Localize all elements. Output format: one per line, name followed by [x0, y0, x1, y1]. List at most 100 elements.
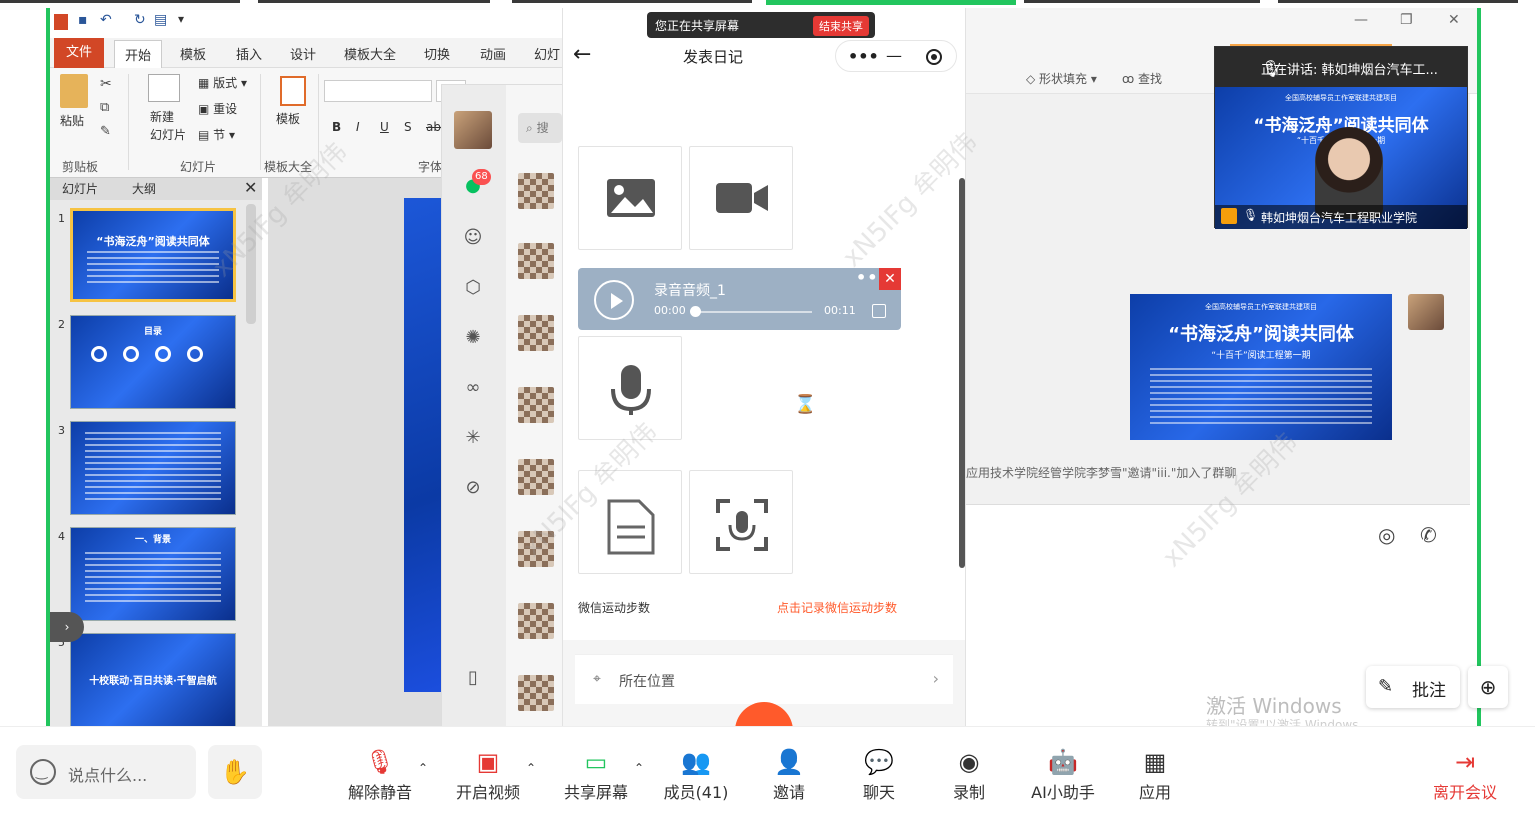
redo-icon[interactable]: ↻	[134, 12, 146, 28]
copy-icon[interactable]: ⧉	[100, 100, 109, 115]
search-input[interactable]: ⌕ 搜	[518, 113, 562, 143]
underline-button[interactable]: U	[380, 120, 389, 134]
audio-recording-card[interactable]: 录音音频_1 00:00 00:11 ••• ✕	[578, 268, 901, 330]
paste-icon[interactable]	[60, 74, 88, 108]
miniprogram-icon[interactable]: ⊘	[462, 477, 484, 499]
minimize-icon[interactable]: —	[1354, 12, 1368, 28]
chat-image-message[interactable]: 全国高校辅导员工作室联建共建项目 “书海泛舟”阅读共同体 “十百千”阅读工程第一…	[1130, 294, 1392, 440]
tab-home[interactable]: 开始	[114, 40, 163, 68]
template-icon[interactable]	[280, 76, 306, 106]
slides-scrollbar[interactable]	[246, 204, 256, 324]
list-item[interactable]	[518, 243, 554, 279]
save-icon[interactable]: ▪	[78, 12, 88, 28]
section-button[interactable]: ▤ 节 ▾	[198, 126, 235, 143]
add-document-tile[interactable]	[578, 470, 682, 574]
tab-slideshow[interactable]: 幻灯	[534, 44, 560, 63]
share-screen-button[interactable]: ▭ 共享屏幕	[551, 745, 641, 805]
print-icon[interactable]: ▤	[154, 12, 167, 28]
chevron-up-icon[interactable]: ⌃	[526, 761, 536, 775]
tab-template[interactable]: 模板	[180, 44, 206, 63]
tab-slides[interactable]: 幻灯片	[62, 180, 98, 197]
ai-assistant-button[interactable]: 🤖 AI小助手	[1018, 745, 1108, 805]
search-sparkle-icon[interactable]: ✳	[462, 427, 484, 449]
audio-progress-knob[interactable]	[690, 306, 701, 317]
italic-button[interactable]: I	[356, 120, 360, 134]
scan-tile[interactable]	[689, 470, 793, 574]
template-label[interactable]: 模板	[276, 110, 300, 127]
audio-edit-icon[interactable]	[872, 304, 886, 318]
cut-icon[interactable]: ✂	[100, 76, 112, 92]
members-button[interactable]: 👥 成员(41)	[651, 745, 741, 805]
expand-panel-chevron-icon[interactable]: ›	[50, 612, 84, 642]
say-something-input[interactable]: 说点什么...	[16, 745, 196, 799]
audio-delete-icon[interactable]: ✕	[879, 268, 901, 290]
phone-scrollbar[interactable]	[959, 178, 965, 568]
slide-thumbnail-3[interactable]	[70, 421, 236, 515]
maximize-icon[interactable]: ❐	[1400, 12, 1413, 28]
customize-dropdown-icon[interactable]: ▾	[178, 12, 184, 26]
apps-button[interactable]: ▦ 应用	[1110, 745, 1200, 805]
format-painter-icon[interactable]: ✎	[100, 124, 111, 139]
new-slide-label[interactable]: 新建 幻灯片	[150, 108, 200, 144]
zoom-in-icon[interactable]: ⊕	[1468, 666, 1508, 708]
close-icon[interactable]: ✕	[244, 178, 257, 197]
list-item[interactable]	[518, 173, 554, 209]
close-icon[interactable]: ✕	[1448, 12, 1460, 28]
leave-meeting-button[interactable]: ⇥ 离开会议	[1420, 745, 1510, 805]
record-button[interactable]: ◉ 录制	[924, 745, 1014, 805]
start-video-button[interactable]: ▣ 开启视频	[443, 745, 533, 805]
record-steps-link[interactable]: 点击记录微信运动步数	[777, 599, 897, 616]
font-name-select[interactable]	[324, 80, 432, 102]
phone-icon[interactable]: ▯	[462, 667, 484, 689]
add-image-tile[interactable]	[578, 146, 682, 250]
chat-button[interactable]: 💬 聊天	[834, 745, 924, 805]
layout-button[interactable]: ▦ 版式 ▾	[198, 74, 247, 91]
slide-thumbnail-4[interactable]: 一、背景	[70, 527, 236, 621]
annotate-button[interactable]: ✎ 批注	[1366, 666, 1460, 708]
invite-button[interactable]: 👤 邀请	[744, 745, 834, 805]
list-item[interactable]	[518, 387, 554, 423]
list-item[interactable]	[518, 459, 554, 495]
unmute-button[interactable]: 🎙 解除静音	[335, 745, 425, 805]
record-icon[interactable]: ◎	[1378, 523, 1395, 547]
play-icon[interactable]	[594, 280, 634, 320]
audio-progress-track[interactable]	[692, 311, 812, 313]
new-slide-icon[interactable]	[148, 74, 180, 102]
chevron-up-icon[interactable]: ⌃	[418, 761, 428, 775]
tab-transitions[interactable]: 切换	[424, 44, 450, 63]
emoji-icon[interactable]	[30, 759, 56, 785]
list-item[interactable]	[518, 531, 554, 567]
favorites-cube-icon[interactable]: ⬡	[462, 277, 484, 299]
add-video-tile[interactable]	[689, 146, 793, 250]
end-share-button[interactable]: 结束共享	[813, 16, 869, 36]
user-avatar[interactable]	[454, 111, 492, 149]
slide-thumbnail-5[interactable]: 十校联动·百日共读·千智启航	[70, 633, 236, 727]
fill-tool[interactable]: ◇ 形状填充 ▾	[1026, 70, 1097, 87]
chevron-up-icon[interactable]: ⌃	[634, 761, 644, 775]
minimize-icon[interactable]: —	[886, 46, 902, 65]
bold-button[interactable]: B	[332, 120, 341, 134]
close-target-icon[interactable]	[926, 49, 942, 65]
moments-aperture-icon[interactable]: ✺	[462, 327, 484, 349]
record-audio-tile[interactable]	[578, 336, 682, 440]
list-item[interactable]	[518, 675, 554, 711]
tab-file[interactable]: 文件	[54, 38, 104, 68]
channels-icon[interactable]: ∞	[462, 377, 484, 399]
paste-label[interactable]: 粘贴	[60, 112, 84, 129]
avatar[interactable]	[1408, 294, 1444, 330]
contacts-icon[interactable]: ☺	[462, 227, 484, 249]
reset-button[interactable]: ▣ 重设	[198, 100, 237, 117]
slide-thumbnail-2[interactable]: 目录	[70, 315, 236, 409]
tab-outline[interactable]: 大纲	[132, 180, 156, 197]
speaker-video-panel[interactable]: 🎙 正在讲话: 韩如坤烟台汽车工... 全国高校辅导员工作室联建共建项目 “书海…	[1214, 46, 1468, 229]
call-icon[interactable]: ✆	[1420, 523, 1437, 547]
tab-insert[interactable]: 插入	[236, 44, 262, 63]
undo-icon[interactable]: ↶	[100, 12, 112, 28]
list-item[interactable]	[518, 603, 554, 639]
tab-design[interactable]: 设计	[290, 44, 316, 63]
list-item[interactable]	[518, 315, 554, 351]
tab-animations[interactable]: 动画	[480, 44, 506, 63]
raise-hand-icon[interactable]: ✋	[208, 745, 262, 799]
location-row[interactable]: ⌖ 所在位置 ›	[575, 654, 953, 704]
more-dots-icon[interactable]: •••	[848, 47, 879, 66]
